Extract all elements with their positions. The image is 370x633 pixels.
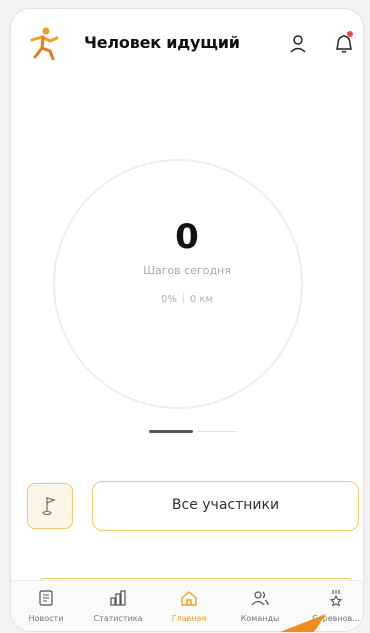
nav-label-home: Главная <box>171 614 207 623</box>
pager-inactive-indicator <box>197 431 237 432</box>
notification-dot <box>347 31 353 37</box>
teams-icon <box>251 591 269 606</box>
goal-percent: 0% <box>161 294 177 305</box>
nav-label-news: Новости <box>28 614 64 623</box>
app-title: Человек идущий <box>84 33 240 52</box>
running-man-logo <box>26 26 60 61</box>
nav-item-news[interactable]: Новости <box>11 581 81 631</box>
nav-label-statistics: Статистика <box>93 614 143 623</box>
steps-stats: 0% 0 км <box>11 293 363 305</box>
flag-button[interactable] <box>27 483 73 529</box>
app-screen: Человек идущий 0 Шагов сегодня 0% 0 км В… <box>10 8 364 632</box>
steps-caption: Шагов сегодня <box>143 264 231 277</box>
profile-icon[interactable] <box>287 33 309 55</box>
all-participants-button[interactable]: Все участники <box>92 481 359 531</box>
app-header: Человек идущий <box>11 9 363 81</box>
nav-item-home[interactable]: Главная <box>154 581 224 631</box>
divider <box>182 293 184 303</box>
home-icon <box>181 591 197 606</box>
news-icon <box>39 590 53 606</box>
steps-progress-ring <box>53 159 303 409</box>
competitions-icon <box>329 590 343 607</box>
stats-icon <box>110 590 126 606</box>
nav-item-statistics[interactable]: Статистика <box>83 581 153 631</box>
pager-active-indicator <box>149 430 193 433</box>
flag-icon <box>42 497 56 516</box>
bell-icon[interactable] <box>333 31 355 55</box>
distance-value: 0 км <box>189 294 213 305</box>
cursor-arrow-icon <box>280 614 326 632</box>
steps-count: 0 <box>175 217 199 257</box>
